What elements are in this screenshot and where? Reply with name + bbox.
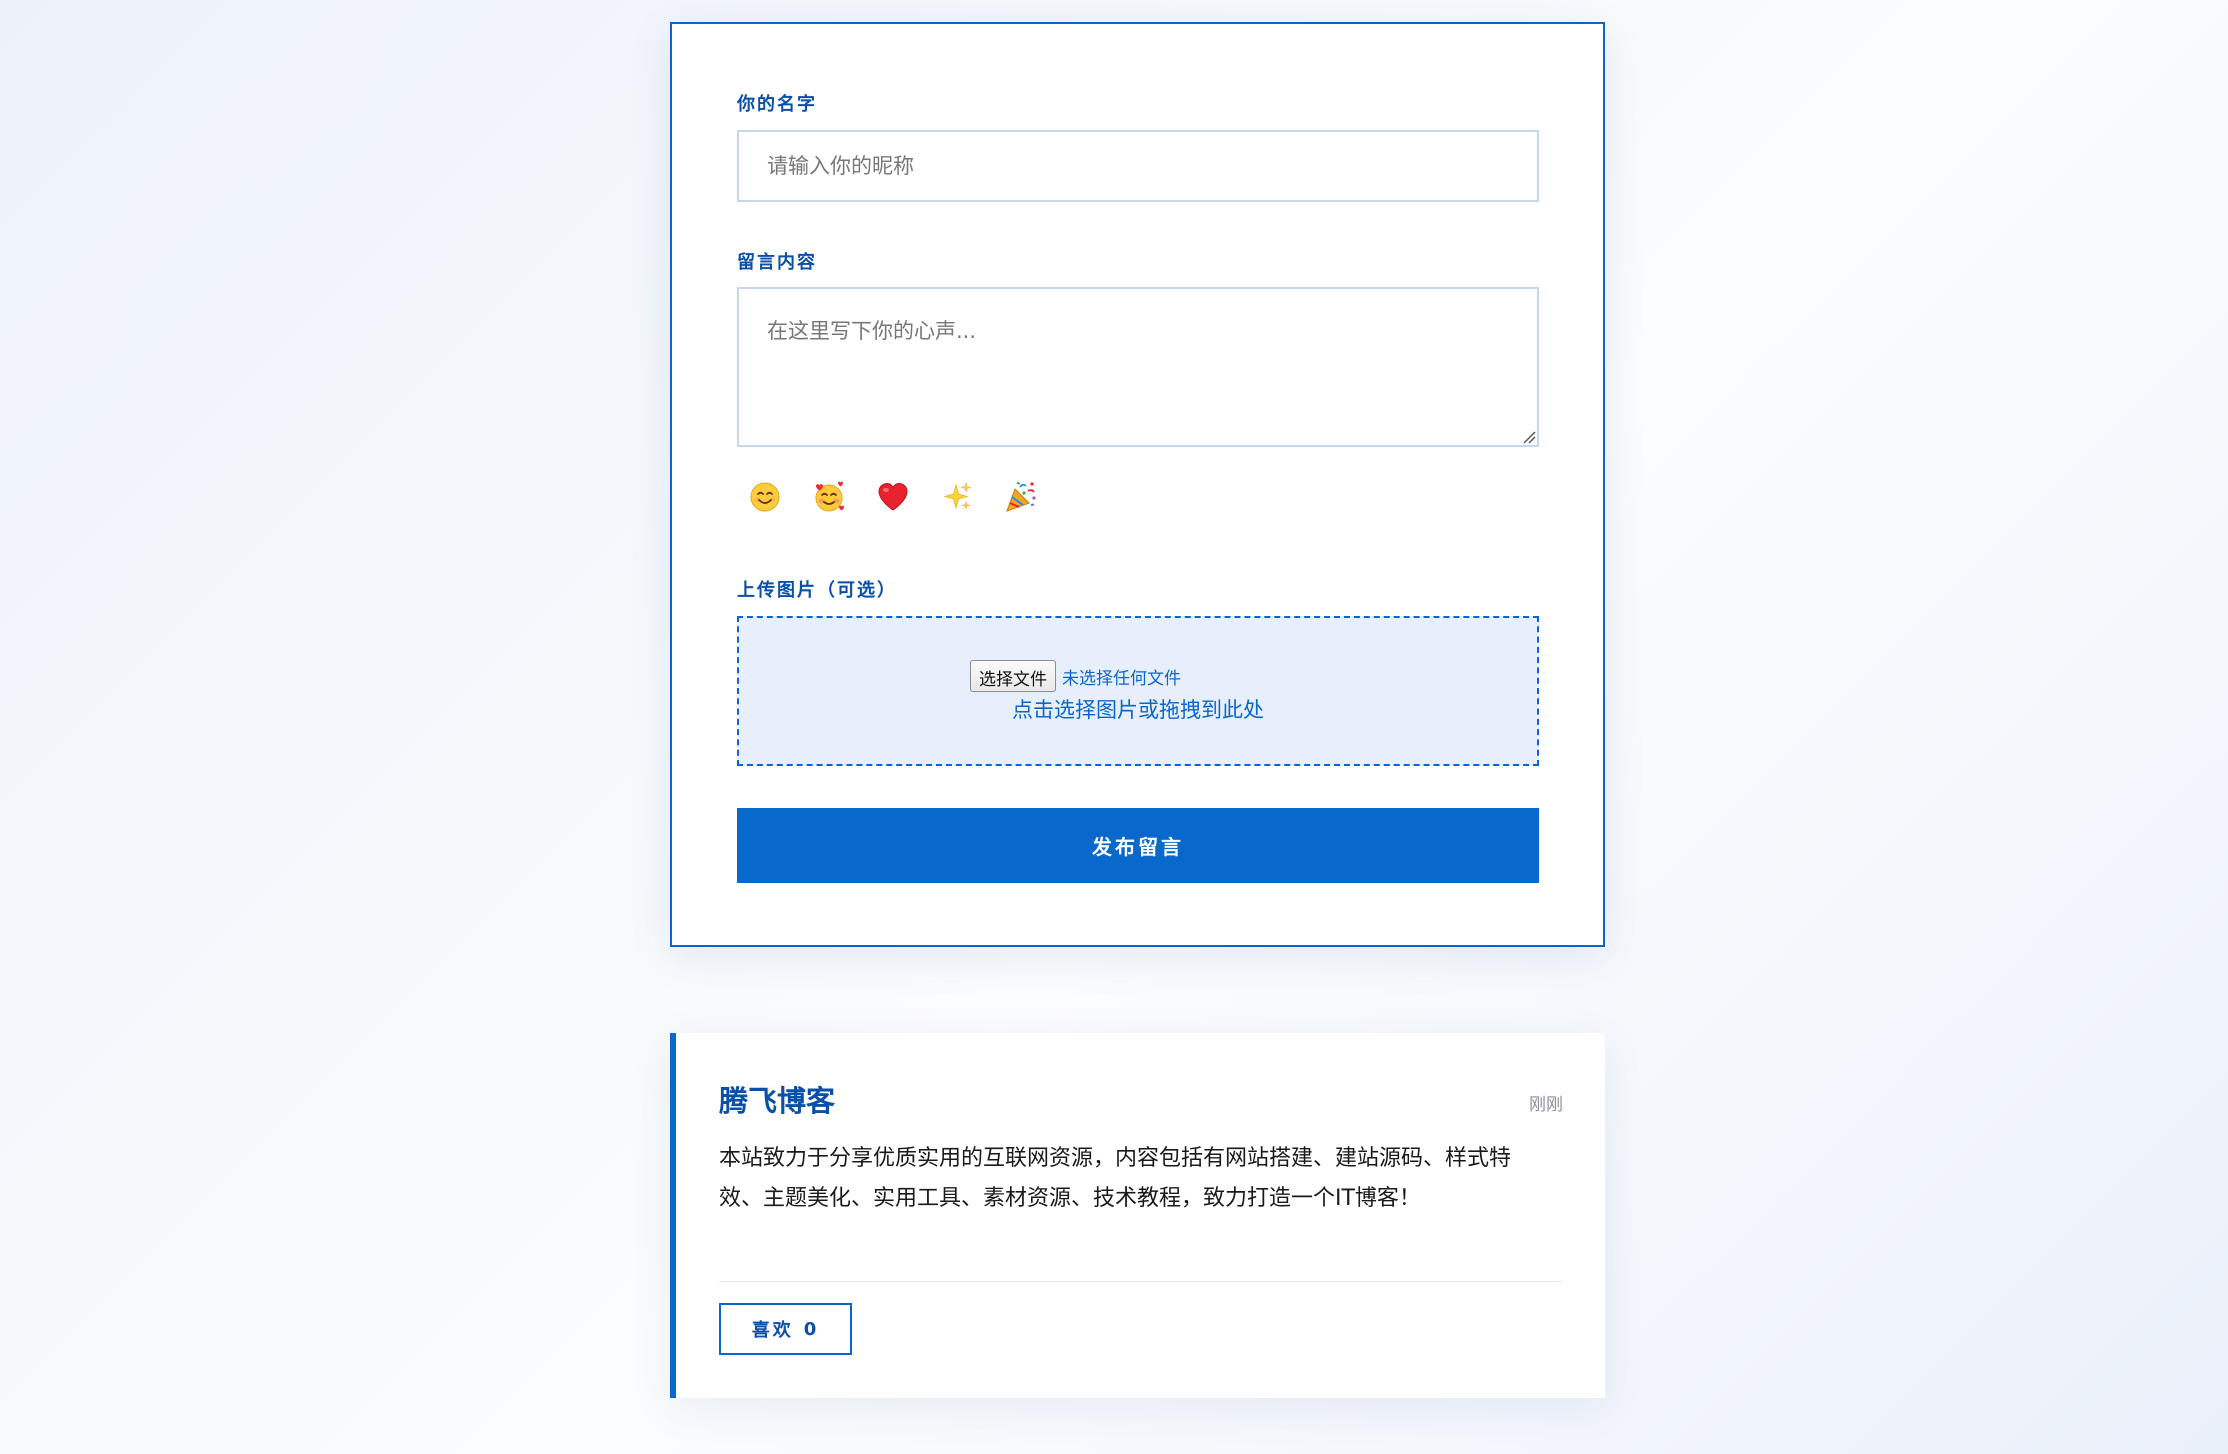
image-upload-dropzone[interactable]: 选择文件 未选择任何文件 点击选择图片或拖拽到此处	[737, 616, 1539, 766]
party-popper-icon[interactable]	[1000, 476, 1042, 518]
message-form-card: 你的名字 留言内容	[670, 22, 1605, 947]
upload-label: 上传图片（可选）	[737, 580, 897, 601]
like-button[interactable]: 喜欢 0	[719, 1303, 852, 1355]
name-label: 你的名字	[737, 94, 817, 115]
name-input[interactable]	[737, 130, 1539, 202]
file-input[interactable]: 选择文件 未选择任何文件	[970, 660, 1181, 692]
message-textarea[interactable]	[737, 287, 1539, 447]
like-label: 喜欢	[751, 1320, 794, 1341]
comment-timestamp: 刚刚	[1529, 1095, 1563, 1115]
like-count: 0	[803, 1318, 820, 1340]
resize-handle-icon[interactable]	[1522, 430, 1536, 444]
comment-card: 腾飞博客 刚刚 本站致力于分享优质实用的互联网资源，内容包括有网站搭建、建站源码…	[670, 1033, 1605, 1398]
smiling-face-icon[interactable]	[744, 476, 786, 518]
comment-author: 腾飞博客	[719, 1084, 836, 1118]
comment-divider	[719, 1281, 1562, 1282]
emoji-picker	[744, 476, 1042, 518]
submit-message-button[interactable]: 发布留言	[737, 808, 1539, 883]
choose-file-button[interactable]: 选择文件	[970, 660, 1056, 692]
sparkles-icon[interactable]	[936, 476, 978, 518]
red-heart-icon[interactable]	[872, 476, 914, 518]
smiling-face-hearts-icon[interactable]	[808, 476, 850, 518]
message-label: 留言内容	[737, 252, 817, 273]
comment-text: 本站致力于分享优质实用的互联网资源，内容包括有网站搭建、建站源码、样式特效、主题…	[719, 1146, 1512, 1211]
file-status-text: 未选择任何文件	[1062, 668, 1181, 689]
upload-hint: 点击选择图片或拖拽到此处	[1012, 698, 1264, 722]
